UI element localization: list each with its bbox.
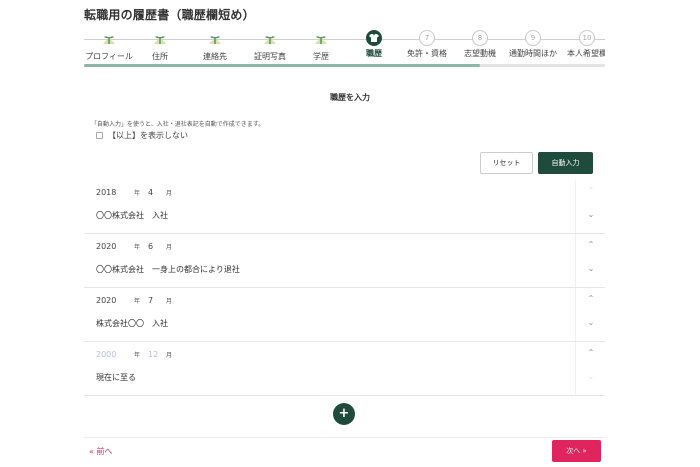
step-label: 本人希望欄	[567, 49, 605, 58]
step-motivation[interactable]: 8 志望動機	[455, 30, 505, 59]
step-requests[interactable]: 10 本人希望欄	[562, 30, 605, 59]
plant-sprout-icon	[313, 33, 329, 45]
step-label: プロフィール	[85, 52, 133, 61]
history-entry: 2020 年 6 月 〇〇株式会社 一身上の都合により退社 ⌃ ⌄	[84, 234, 605, 288]
year-unit: 年	[134, 298, 141, 305]
step-label: 志望動機	[464, 49, 496, 58]
step-number: 8	[472, 30, 488, 46]
step-photo[interactable]: 証明写真	[245, 30, 295, 62]
plant-sprout-icon	[262, 33, 278, 45]
step-contact[interactable]: 連絡先	[190, 30, 240, 62]
move-up-icon[interactable]: ⌃	[576, 294, 606, 303]
reorder-controls: ⌃ ⌄	[575, 342, 605, 395]
plant-sprout-icon	[101, 33, 117, 45]
page-title: 転職用の履歴書（職歴欄短め）	[84, 8, 255, 22]
move-down-icon[interactable]: ⌄	[576, 210, 606, 219]
section-title: 職歴を入力	[330, 93, 370, 102]
footer-divider	[84, 437, 605, 438]
year-unit: 年	[134, 244, 141, 251]
move-down-icon[interactable]: ⌄	[576, 372, 606, 381]
move-up-icon[interactable]: ⌃	[576, 186, 606, 195]
step-label: 証明写真	[254, 52, 286, 61]
month-input[interactable]: 7	[148, 296, 166, 305]
step-licenses[interactable]: 7 免許・資格	[402, 30, 452, 59]
month-input[interactable]: 6	[148, 242, 166, 251]
progress-bar	[84, 64, 605, 67]
hide-ijou-label: 【以上】を表示しない	[108, 131, 188, 140]
move-up-icon[interactable]: ⌃	[576, 348, 606, 357]
shirt-icon	[366, 30, 382, 46]
description-input[interactable]: 現在に至る	[96, 372, 136, 383]
month-input[interactable]: 12	[148, 350, 166, 359]
year-input[interactable]: 2000	[96, 350, 134, 359]
step-profile[interactable]: プロフィール	[84, 30, 134, 62]
history-entry: 2018 年 4 月 〇〇株式会社 入社 ⌃ ⌄	[84, 180, 605, 234]
year-unit: 年	[134, 190, 141, 197]
work-history-list: 2018 年 4 月 〇〇株式会社 入社 ⌃ ⌄ 2020 年 6 月 〇〇株式…	[84, 180, 605, 396]
description-input[interactable]: 〇〇株式会社 入社	[96, 210, 168, 221]
step-education[interactable]: 学歴	[296, 30, 346, 62]
hide-ijou-checkbox[interactable]	[96, 132, 103, 139]
next-button[interactable]: 次へ »	[552, 440, 601, 462]
move-up-icon[interactable]: ⌃	[576, 240, 606, 249]
year-unit: 年	[134, 352, 141, 359]
history-entry: 2000 年 12 月 現在に至る ⌃ ⌄	[84, 342, 605, 396]
month-input[interactable]: 4	[148, 188, 166, 197]
step-label: 通勤時間ほか	[509, 49, 557, 58]
month-unit: 月	[166, 244, 173, 251]
prev-link[interactable]: « 前へ	[89, 446, 112, 457]
reset-button[interactable]: リセット	[480, 152, 533, 174]
reorder-controls: ⌃ ⌄	[575, 234, 605, 287]
reorder-controls: ⌃ ⌄	[575, 288, 605, 341]
plant-sprout-icon	[207, 33, 223, 45]
month-unit: 月	[166, 352, 173, 359]
hide-ijou-option[interactable]: 【以上】を表示しない	[96, 130, 188, 141]
step-label: 連絡先	[203, 52, 227, 61]
add-entry-button[interactable]: +	[333, 403, 355, 425]
history-entry: 2020 年 7 月 株式会社〇〇 入社 ⌃ ⌄	[84, 288, 605, 342]
step-number: 9	[525, 30, 541, 46]
step-label: 職歴	[366, 49, 382, 58]
reorder-controls: ⌃ ⌄	[575, 180, 605, 233]
description-input[interactable]: 株式会社〇〇 入社	[96, 318, 168, 329]
year-input[interactable]: 2018	[96, 188, 134, 197]
step-number: 7	[419, 30, 435, 46]
move-down-icon[interactable]: ⌄	[576, 264, 606, 273]
year-input[interactable]: 2020	[96, 296, 134, 305]
auto-fill-hint: 「自動入力」を使うと、入社・退社表記を自動で作成できます。	[91, 121, 265, 128]
month-unit: 月	[166, 298, 173, 305]
plant-sprout-icon	[152, 33, 168, 45]
step-work-history[interactable]: 職歴	[349, 30, 399, 59]
step-commute[interactable]: 9 通勤時間ほか	[508, 30, 558, 59]
auto-fill-button[interactable]: 自動入力	[538, 152, 593, 174]
month-unit: 月	[166, 190, 173, 197]
step-number: 10	[579, 30, 595, 46]
step-label: 免許・資格	[407, 49, 447, 58]
year-input[interactable]: 2020	[96, 242, 134, 251]
step-address[interactable]: 住所	[135, 30, 185, 62]
move-down-icon[interactable]: ⌄	[576, 318, 606, 327]
progress-fill	[84, 64, 480, 67]
step-label: 住所	[152, 52, 168, 61]
description-input[interactable]: 〇〇株式会社 一身上の都合により退社	[96, 264, 240, 275]
step-label: 学歴	[313, 52, 329, 61]
